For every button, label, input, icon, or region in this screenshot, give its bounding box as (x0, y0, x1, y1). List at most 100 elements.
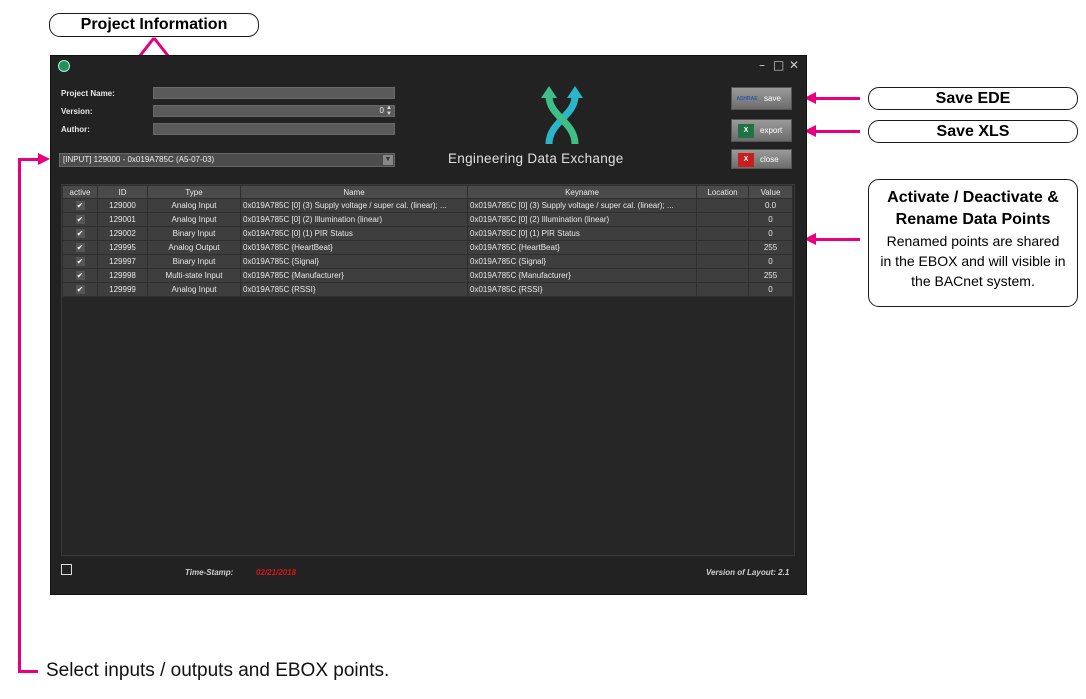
close-window-button[interactable]: ✕ (789, 58, 799, 72)
cell-id: 129999 (97, 282, 148, 297)
close-button-label: close (760, 155, 779, 164)
cell-keyname: 0x019A785C {Manufacturer} (467, 268, 697, 283)
cell-value: 0 (748, 212, 793, 227)
cell-value: 255 (748, 268, 793, 283)
select-bracket-bottom (18, 670, 38, 673)
layout-version: Version of Layout: 2.1 (706, 568, 790, 577)
cell-keyname: 0x019A785C [0] (2) Illumination (linear) (467, 212, 697, 227)
cell-value: 255 (748, 240, 793, 255)
save-xls-arrow-line (816, 130, 860, 133)
select-bracket-vertical (18, 158, 21, 673)
save-xls-callout: Save XLS (868, 120, 1078, 143)
cell-id: 129998 (97, 268, 148, 283)
point-selector-value: [INPUT] 129000 - 0x019A785C (A5-07-03) (63, 155, 215, 164)
cell-location[interactable] (696, 212, 749, 227)
cell-value: 0 (748, 254, 793, 269)
cell-name[interactable]: 0x019A785C [0] (3) Supply voltage / supe… (240, 198, 468, 213)
data-points-table: active ID Type Name Keyname Location Val… (61, 184, 795, 556)
table-header-row: active ID Type Name Keyname Location Val… (62, 185, 793, 199)
chevron-down-icon[interactable]: ▼ (383, 155, 393, 165)
project-information-callout: Project Information (49, 13, 259, 37)
cell-type: Multi-state Input (147, 268, 241, 283)
header-value[interactable]: Value (748, 185, 793, 199)
header-id[interactable]: ID (97, 185, 148, 199)
logo-title: Engineering Data Exchange (448, 151, 624, 166)
cell-id: 129000 (97, 198, 148, 213)
cell-type: Analog Input (147, 282, 241, 297)
cell-value: 0.0 (748, 198, 793, 213)
cell-location[interactable] (696, 268, 749, 283)
timestamp-label: Time-Stamp: (185, 568, 234, 577)
timestamp-value: 02/21/2018 (256, 568, 297, 577)
minimize-button[interactable]: – (759, 58, 765, 72)
activate-arrow-line (816, 238, 860, 241)
save-button[interactable]: ASHRAE save (731, 87, 792, 110)
version-stepper-arrows-icon[interactable]: ▲ ▼ (386, 105, 392, 117)
active-checkbox[interactable]: ✔ (75, 257, 85, 266)
cell-location[interactable] (696, 282, 749, 297)
cell-keyname: 0x019A785C [0] (3) Supply voltage / supe… (467, 198, 697, 213)
version-label: Version: (61, 107, 93, 116)
cell-type: Analog Input (147, 198, 241, 213)
cell-location[interactable] (696, 226, 749, 241)
table-row[interactable]: ✔ 129997 Binary Input 0x019A785C {Signal… (62, 254, 793, 269)
active-checkbox[interactable]: ✔ (75, 243, 85, 252)
version-value: 0 (379, 106, 384, 115)
version-stepper[interactable]: 0 (153, 105, 395, 117)
project-name-input[interactable] (153, 87, 395, 99)
cell-location[interactable] (696, 198, 749, 213)
active-checkbox[interactable]: ✔ (75, 285, 85, 294)
header-keyname[interactable]: Keyname (467, 185, 697, 199)
cell-name[interactable]: 0x019A785C {RSSI} (240, 282, 468, 297)
cell-id: 129002 (97, 226, 148, 241)
ede-logo-icon (541, 86, 583, 145)
point-selector-dropdown[interactable]: [INPUT] 129000 - 0x019A785C (A5-07-03) ▼ (59, 153, 395, 167)
cell-keyname: 0x019A785C {HeartBeat} (467, 240, 697, 255)
header-location[interactable]: Location (696, 185, 749, 199)
export-button[interactable]: X export (731, 119, 792, 142)
export-button-label: export (760, 126, 783, 135)
cell-value: 0 (748, 282, 793, 297)
header-name[interactable]: Name (240, 185, 468, 199)
header-type[interactable]: Type (147, 185, 241, 199)
cell-keyname: 0x019A785C [0] (1) PIR Status (467, 226, 697, 241)
author-input[interactable] (153, 123, 395, 135)
active-checkbox[interactable]: ✔ (75, 271, 85, 280)
activate-rename-callout: Activate / Deactivate & Rename Data Poin… (868, 179, 1078, 307)
cell-location[interactable] (696, 254, 749, 269)
cell-type: Binary Input (147, 226, 241, 241)
cell-name[interactable]: 0x019A785C {Signal} (240, 254, 468, 269)
cell-type: Binary Input (147, 254, 241, 269)
active-checkbox[interactable]: ✔ (75, 215, 85, 224)
cell-name[interactable]: 0x019A785C {HeartBeat} (240, 240, 468, 255)
cell-keyname: 0x019A785C {RSSI} (467, 282, 697, 297)
close-button[interactable]: X close (731, 149, 792, 169)
table-row[interactable]: ✔ 129995 Analog Output 0x019A785C {Heart… (62, 240, 793, 255)
save-ede-arrow-line (816, 97, 860, 100)
table-row[interactable]: ✔ 129998 Multi-state Input 0x019A785C {M… (62, 268, 793, 283)
ashrae-icon: ASHRAE (736, 96, 758, 102)
cell-name[interactable]: 0x019A785C [0] (1) PIR Status (240, 226, 468, 241)
save-button-label: save (764, 94, 781, 103)
cell-id: 129001 (97, 212, 148, 227)
table-row[interactable]: ✔ 129000 Analog Input 0x019A785C [0] (3)… (62, 198, 793, 213)
cell-name[interactable]: 0x019A785C [0] (2) Illumination (linear) (240, 212, 468, 227)
active-checkbox[interactable]: ✔ (75, 229, 85, 238)
ede-window: – □ ✕ Project Name: Version: 0 ▲ ▼ Author… (50, 55, 807, 595)
footer-checkbox[interactable] (61, 564, 72, 575)
cell-name[interactable]: 0x019A785C {Manufacturer} (240, 268, 468, 283)
cell-location[interactable] (696, 240, 749, 255)
maximize-button[interactable]: □ (773, 58, 784, 72)
select-bracket-arrowhead (38, 153, 50, 165)
table-row[interactable]: ✔ 129002 Binary Input 0x019A785C [0] (1)… (62, 226, 793, 241)
author-label: Author: (61, 125, 90, 134)
active-checkbox[interactable]: ✔ (75, 201, 85, 210)
table-row[interactable]: ✔ 129999 Analog Input 0x019A785C {RSSI} … (62, 282, 793, 297)
header-active[interactable]: active (62, 185, 98, 199)
cell-type: Analog Output (147, 240, 241, 255)
cell-id: 129997 (97, 254, 148, 269)
cell-value: 0 (748, 226, 793, 241)
save-ede-callout: Save EDE (868, 87, 1078, 110)
select-points-caption: Select inputs / outputs and EBOX points. (46, 660, 390, 681)
table-row[interactable]: ✔ 129001 Analog Input 0x019A785C [0] (2)… (62, 212, 793, 227)
